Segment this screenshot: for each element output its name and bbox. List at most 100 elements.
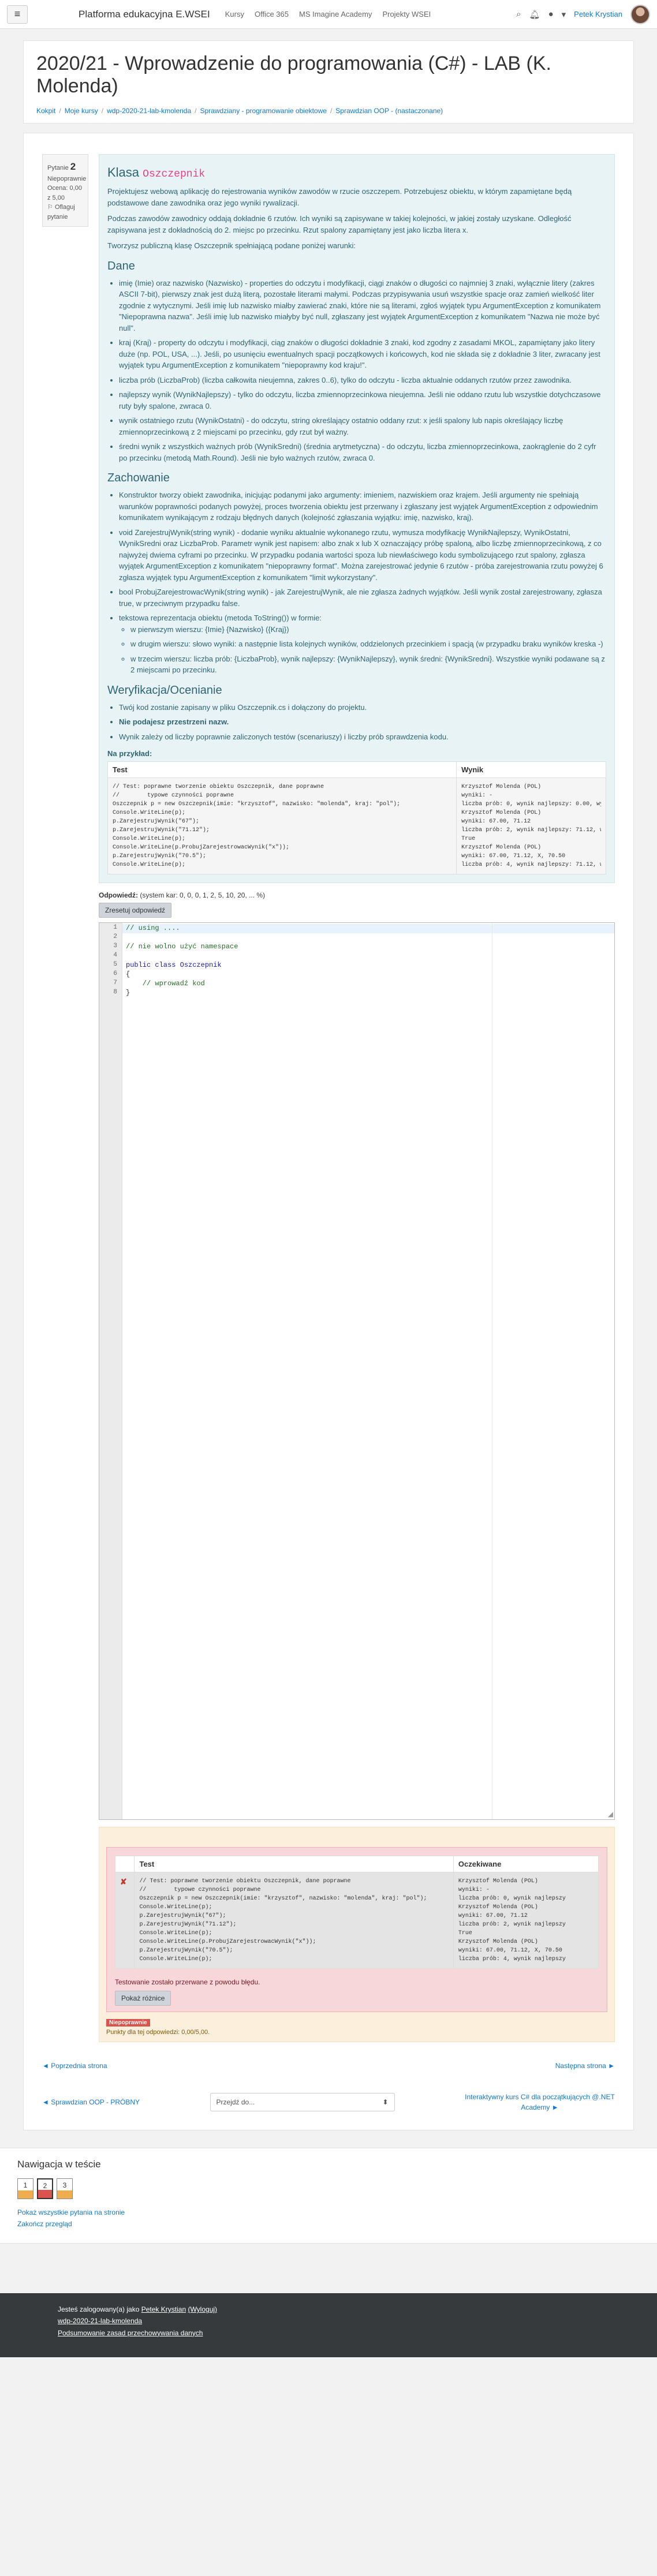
breadcrumb-item-moje-kursy[interactable]: Moje kursy bbox=[65, 107, 98, 115]
list-item: w pierwszym wierszu: {Imie} {Nazwisko} (… bbox=[130, 624, 606, 635]
breadcrumb: Kokpit / Moje kursy / wdp-2020-21-lab-kmol… bbox=[36, 107, 443, 115]
prev-activity-link[interactable]: ◄ Sprawdzian OOP - PRÓBNY bbox=[42, 2098, 140, 2106]
dane-heading: Dane bbox=[107, 259, 135, 272]
list-item: w trzecim wierszu: liczba prób: {LiczbaP… bbox=[130, 653, 606, 676]
prev-page-link[interactable]: ◄ Poprzednia strona bbox=[42, 2062, 107, 2070]
main-content: Pytanie 2 Niepoprawnie Ocena: 0,00 z 5,0… bbox=[23, 133, 634, 2130]
quiz-nav-question-3[interactable]: 3 bbox=[57, 2178, 73, 2199]
tostring-list: w pierwszym wierszu: {Imie} {Nazwisko} (… bbox=[119, 624, 606, 676]
list-item: bool ProbujZarejestrowacWynik(string wyn… bbox=[119, 586, 606, 609]
footer-user-link[interactable]: Petek Krystian bbox=[141, 2305, 186, 2313]
top-link-imagine[interactable]: MS Imagine Academy bbox=[299, 10, 372, 18]
nav-right: ⌕ 🔔︎ ● ▾ Petek Krystian bbox=[516, 4, 650, 24]
next-activity-link[interactable]: Interaktywny kurs C# dla początkujących … bbox=[465, 2092, 615, 2113]
list-item: imię (Imie) oraz nazwisko (Nazwisko) - p… bbox=[119, 278, 606, 334]
code-line[interactable]: public class Oszczepnik bbox=[122, 961, 614, 970]
cross-icon: ✘ bbox=[120, 1877, 127, 1886]
question-text: Klasa Oszczepnik Projektujesz webową apl… bbox=[99, 154, 615, 883]
show-diff-button[interactable]: Pokaż różnice bbox=[115, 1991, 171, 2006]
question-state: Niepoprawnie bbox=[47, 175, 87, 182]
example-table: Test Wynik // Test: poprawne tworzenie o… bbox=[107, 761, 606, 874]
list-item: kraj (Kraj) - property do odczytu i mody… bbox=[119, 337, 606, 371]
logout-link[interactable]: (Wyloguj) bbox=[188, 2305, 217, 2313]
top-link-kursy[interactable]: Kursy bbox=[225, 10, 244, 18]
code-editor[interactable]: 12345678 // using .... // nie wolno użyć… bbox=[99, 922, 615, 1820]
flag-question-link[interactable]: ⚐ Oflaguj pytanie bbox=[47, 203, 83, 222]
page-footer: Jesteś zalogowany(a) jako Petek Krystian… bbox=[0, 2293, 657, 2357]
menu-toggle-button[interactable]: ≡ bbox=[7, 5, 28, 24]
page-pager: ◄ Poprzednia strona Następna strona ► bbox=[42, 2062, 615, 2070]
reset-answer-button[interactable]: Zresetuj odpowiedź bbox=[99, 903, 172, 918]
example-test-cell: // Test: poprawne tworzenie obiektu Oszc… bbox=[107, 777, 457, 874]
weryfikacja-heading: Weryfikacja/Ocenianie bbox=[107, 683, 222, 697]
message-icon[interactable]: ● bbox=[548, 9, 554, 19]
quiz-nav-question-2[interactable]: 2 bbox=[37, 2178, 53, 2199]
site-brand[interactable]: Platforma edukacyjna E.WSEI bbox=[79, 9, 210, 20]
results-header-test: Test bbox=[134, 1856, 454, 1872]
code-line[interactable] bbox=[122, 952, 614, 961]
breadcrumb-item-course[interactable]: wdp-2020-21-lab-kmolenda bbox=[107, 107, 191, 115]
list-item: w drugim wierszu: słowo wyniki: a następ… bbox=[130, 638, 606, 650]
code-line[interactable] bbox=[122, 933, 614, 943]
top-link-projekty[interactable]: Projekty WSEI bbox=[382, 10, 431, 18]
question-grade: Ocena: 0,00 z 5,00 bbox=[47, 185, 82, 201]
quiz-nav-question-1[interactable]: 1 bbox=[17, 2178, 33, 2199]
list-item: Twój kod zostanie zapisany w pliku Oszcz… bbox=[119, 702, 606, 713]
intro-paragraph-3: Tworzysz publiczną klasę Oszczepnik speł… bbox=[107, 241, 356, 250]
list-item: najlepszy wynik (WynikNajlepszy) - tylko… bbox=[119, 389, 606, 412]
zachowanie-heading: Zachowanie bbox=[107, 472, 170, 484]
flag-icon: ⚐ bbox=[47, 204, 53, 211]
top-links: Kursy Office 365 MS Imagine Academy Proj… bbox=[225, 10, 431, 18]
example-header-result: Wynik bbox=[456, 761, 606, 778]
breadcrumb-item-section[interactable]: Sprawdziany - programowanie obiektowe bbox=[200, 107, 327, 115]
next-page-link[interactable]: Następna strona ► bbox=[555, 2062, 615, 2070]
search-icon[interactable]: ⌕ bbox=[516, 9, 521, 19]
editor-gutter: 12345678 bbox=[99, 923, 122, 1819]
code-line[interactable]: // nie wolno użyć namespace bbox=[122, 943, 614, 952]
fail-mark-cell: ✘ bbox=[114, 1872, 135, 1969]
data-retention-link[interactable]: Podsumowanie zasad przechowywania danych bbox=[58, 2329, 203, 2337]
example-result-cell: Krzysztof Molenda (POL) wyniki: - liczba… bbox=[456, 777, 606, 874]
question-label: Pytanie bbox=[47, 164, 69, 171]
user-name[interactable]: Petek Krystian bbox=[574, 10, 622, 18]
results-header-expected: Oczekiwane bbox=[453, 1856, 599, 1872]
top-link-office[interactable]: Office 365 bbox=[255, 10, 289, 18]
code-line[interactable]: // using .... bbox=[122, 924, 614, 933]
show-all-questions-link[interactable]: Pokaż wszystkie pytania na stronie bbox=[17, 2208, 640, 2216]
list-item: liczba prób (LiczbaProb) (liczba całkowi… bbox=[119, 375, 606, 386]
breadcrumb-item-kokpit[interactable]: Kokpit bbox=[36, 107, 55, 115]
chevron-down-icon: ⬍ bbox=[382, 2098, 389, 2106]
intro-paragraph-2: Podczas zawodów zawodnicy oddają dokładn… bbox=[107, 214, 572, 234]
results-test-cell: // Test: poprawne tworzenie obiektu Oszc… bbox=[134, 1872, 454, 1969]
example-header-test: Test bbox=[107, 761, 457, 778]
question-body: Klasa Oszczepnik Projektujesz webową apl… bbox=[99, 154, 615, 2042]
code-line[interactable]: // wprowadź kod bbox=[122, 979, 614, 989]
quiz-navigation-title: Nawigacja w teście bbox=[17, 2159, 101, 2170]
jump-to-select[interactable]: Przejdź do... ⬍ bbox=[210, 2093, 395, 2111]
quiz-navigation: Nawigacja w teście 1 2 3 Pokaż wszystkie… bbox=[0, 2148, 657, 2244]
list-item: Wynik zależy od liczby poprawnie zaliczo… bbox=[119, 731, 606, 743]
page-header: 2020/21 - Wprowadzenie do programowania … bbox=[23, 40, 634, 124]
points-text: Punkty dla tej odpowiedzi: 0,00/5,00. bbox=[106, 2029, 210, 2036]
page-title: 2020/21 - Wprowadzenie do programowania … bbox=[36, 53, 551, 97]
question-number: 2 bbox=[70, 161, 76, 172]
hamburger-icon: ≡ bbox=[14, 8, 21, 20]
avatar[interactable] bbox=[630, 4, 650, 24]
finish-review-link[interactable]: Zakończ przegląd bbox=[17, 2220, 640, 2228]
results-table: Test Oczekiwane ✘ // Test: poprawne twor… bbox=[114, 1856, 599, 1969]
resize-handle-icon[interactable]: ◢ bbox=[608, 1810, 613, 1818]
breadcrumb-item-quiz[interactable]: Sprawdzian OOP - (nastaczonane) bbox=[335, 107, 443, 115]
code-line[interactable]: } bbox=[122, 989, 614, 998]
caret-down-icon[interactable]: ▾ bbox=[562, 9, 566, 20]
example-title: Na przykład: bbox=[107, 749, 152, 758]
list-item: Konstruktor tworzy obiekt zawodnika, ini… bbox=[119, 489, 606, 524]
bell-icon[interactable]: 🔔︎ bbox=[529, 9, 540, 20]
list-item: void ZarejestrujWynik(string wynik) - do… bbox=[119, 527, 606, 584]
editor-code-area[interactable]: // using .... // nie wolno użyć namespac… bbox=[122, 923, 614, 1819]
list-item: średni wynik z wszystkich ważnych prób (… bbox=[119, 441, 606, 463]
answer-label: Odpowiedź: (system kar: 0, 0, 0, 1, 2, 5… bbox=[99, 891, 266, 899]
footer-course-link[interactable]: wdp-2020-21-lab-kmolenda bbox=[58, 2317, 142, 2325]
question-info: Pytanie 2 Niepoprawnie Ocena: 0,00 z 5,0… bbox=[42, 154, 88, 227]
code-line[interactable]: { bbox=[122, 970, 614, 979]
class-heading: Klasa Oszczepnik bbox=[107, 165, 206, 180]
